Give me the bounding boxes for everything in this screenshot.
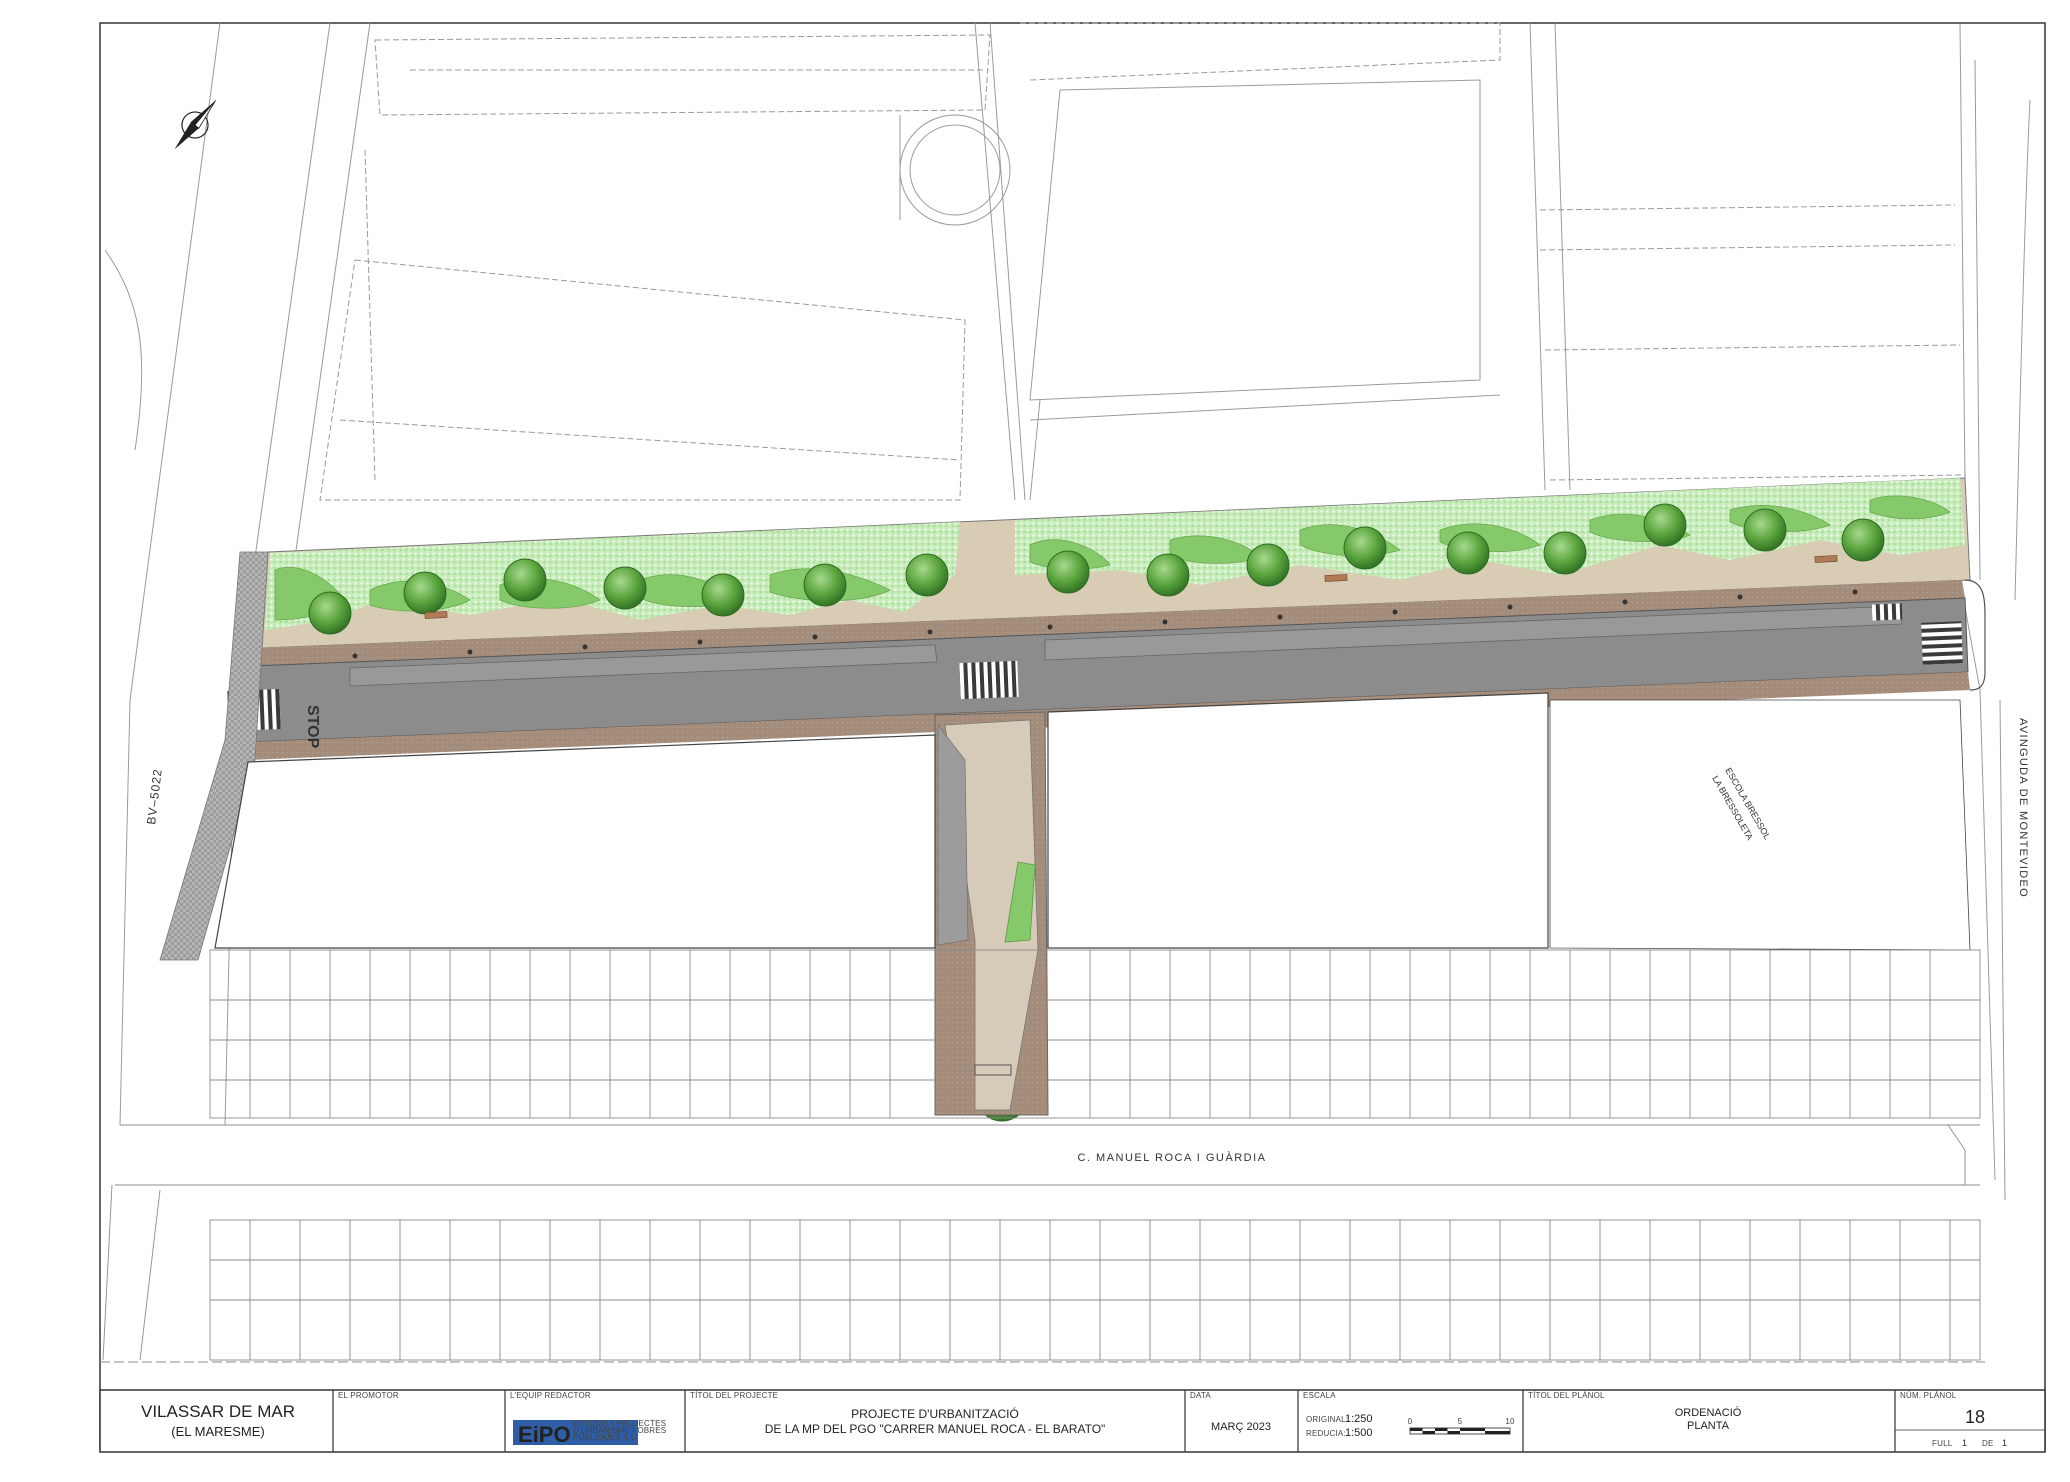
- north-arrow-icon: [174, 100, 216, 150]
- scale-label: ESCALA: [1303, 1391, 1336, 1400]
- sheet-total: 1: [2002, 1438, 2007, 1448]
- plan-number-label: NÚM. PLÀNOL: [1900, 1391, 1957, 1400]
- eipo-logo-text: EiPO: [518, 1422, 571, 1447]
- plan-title-1: ORDENACIÓ: [1675, 1406, 1742, 1419]
- team-label: L'EQUIP REDACTOR: [510, 1391, 591, 1400]
- sheet-label: FULL: [1932, 1439, 1953, 1448]
- scalebar-tick-10: 10: [1505, 1417, 1515, 1426]
- project-title-2: DE LA MP DEL PGO "CARRER MANUEL ROCA - E…: [765, 1422, 1106, 1436]
- lane-edge-grey: [937, 724, 969, 946]
- municipality-region: (EL MARESME): [171, 1424, 264, 1439]
- date-value: MARÇ 2023: [1211, 1421, 1271, 1433]
- promoter-label: EL PROMOTOR: [338, 1391, 399, 1400]
- street-label-manuel-roca: C. MANUEL ROCA I GUÀRDIA: [1077, 1151, 1266, 1164]
- crosswalk-east-small: [1871, 603, 1903, 621]
- plan-number-value: 18: [1965, 1407, 1985, 1427]
- date-label: DATA: [1190, 1391, 1211, 1400]
- plan-title-label: TÍTOL DEL PLÀNOL: [1528, 1391, 1605, 1400]
- project-label: TÍTOL DEL PROJECTE: [690, 1391, 778, 1400]
- crosswalk-center: [959, 660, 1019, 700]
- scale-bar: [1409, 1427, 1511, 1435]
- scale-original-value: 1:250: [1345, 1413, 1373, 1425]
- sheet-value: 1: [1962, 1438, 1967, 1448]
- municipality-name: VILASSAR DE MAR: [141, 1402, 295, 1421]
- plan-title-2: PLANTA: [1687, 1420, 1730, 1432]
- scalebar-tick-5: 5: [1458, 1417, 1463, 1426]
- sheet-of-label: DE: [1982, 1439, 1994, 1448]
- street-label-bv5022: BV–5022: [144, 768, 165, 826]
- eipo-logo-sub3: PÚBLIQUES S.L.: [573, 1433, 638, 1442]
- site-plan-drawing: STOP ESCOLA BRESSOL LA BRESSOLETA C. MAN…: [99, 22, 2046, 1453]
- project-title-1: PROJECTE D'URBANITZACIÓ: [851, 1406, 1019, 1421]
- crosswalk-east: [1921, 621, 1963, 665]
- street-label-montevideo: AVINGUDA DE MONTEVIDEO: [2017, 718, 2029, 898]
- scale-reduced-label: REDUCIA:: [1306, 1429, 1346, 1438]
- stop-marking: STOP: [304, 705, 321, 749]
- scale-original-label: ORIGINAL:: [1306, 1415, 1348, 1424]
- scale-reduced-value: 1:500: [1345, 1427, 1373, 1439]
- scalebar-tick-0: 0: [1408, 1417, 1413, 1426]
